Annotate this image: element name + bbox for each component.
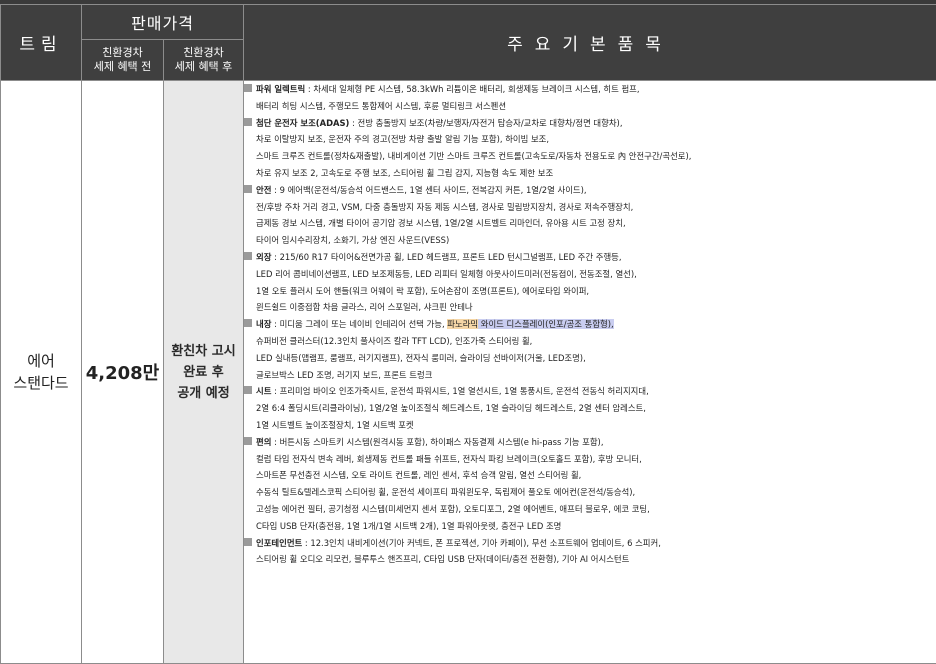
item-title: 안전 [256, 185, 271, 195]
list-item: 안전 : 9 에어백(운전석/동승석 어드밴스드, 1열 센터 사이드, 전복감… [244, 182, 936, 249]
item-line: 차로 이탈방지 보조, 운전자 주의 경고(전방 차량 출발 알림 기능 포함)… [256, 131, 936, 148]
item-line: LED 실내등(맵램프, 룸램프, 러기지램프), 전자식 룸미러, 슬라이딩 … [256, 350, 936, 367]
bullet-square-icon [244, 84, 252, 92]
trim-name-line2: 스탠다드 [1, 372, 81, 394]
item-title: 첨단 운전자 보조(ADAS) [256, 118, 349, 128]
item-line: 고성능 에어컨 필터, 공기청정 시스템(미세먼지 센서 포함), 오토디포그,… [256, 501, 936, 518]
item-line: 윈드쉴드 이중접합 차음 글라스, 리어 스포일러, 샤크핀 안테나 [256, 299, 936, 316]
bullet-square-icon [244, 118, 252, 126]
header-main-items: 주요기본품목 [244, 5, 936, 81]
item-title: 외장 [256, 252, 271, 262]
spec-page: 트림 판매가격 주요기본품목 친환경차 세제 혜택 전 친환경차 세제 혜택 후… [0, 0, 936, 653]
item-line: 컬럼 타입 전자식 변속 레버, 회생제동 컨트롤 패들 쉬프트, 전자식 파킹… [256, 451, 936, 468]
item-title: 파워 일렉트릭 [256, 84, 305, 94]
item-line: 2열 6:4 폴딩시트(리클라이닝), 1열/2열 높이조절식 헤드레스트, 1… [256, 400, 936, 417]
item-line: : 미디움 그레이 또는 네이비 인테리어 선택 가능, [271, 319, 447, 329]
bullet-square-icon [244, 386, 252, 394]
item-line: 급제동 경보 시스템, 개별 타이어 공기압 경보 시스템, 1열/2열 시트벨… [256, 215, 936, 232]
header-price-after: 친환경차 세제 혜택 후 [164, 40, 244, 81]
item-line: : 전방 충돌방지 보조(차량/보행자/자전거 탑승자/교차로 대향차/정면 대… [349, 118, 622, 128]
item-line: 전/후방 주차 거리 경고, VSM, 다중 충돌방지 자동 제동 시스템, 경… [256, 199, 936, 216]
item-line: : 9 에어백(운전석/동승석 어드밴스드, 1열 센터 사이드, 전복감지 커… [271, 185, 586, 195]
item-line: 스마트 크루즈 컨트롤(정차&재출발), 내비게이션 기반 스마트 크루즈 컨트… [256, 148, 936, 165]
bullet-square-icon [244, 437, 252, 445]
header-price-before-line1: 친환경차 [82, 46, 163, 60]
header-trim: 트림 [1, 5, 82, 81]
main-items-list: 파워 일렉트릭 : 차세대 일체형 PE 시스템, 58.3kWh 리튬이온 배… [244, 81, 936, 664]
item-title: 편의 [256, 437, 271, 447]
item-line: 배터리 히팅 시스템, 주행모드 통합제어 시스템, 후륜 멀티링크 서스펜션 [256, 98, 936, 115]
trim-row: 에어 스탠다드 4,208만 환친차 고시 완료 후 공개 예정 파워 일렉트릭… [1, 81, 936, 664]
price-after-value: 환친차 고시 완료 후 공개 예정 [164, 81, 244, 664]
trim-name: 에어 스탠다드 [1, 81, 82, 664]
item-line: 수동식 틸트&텔레스코픽 스티어링 휠, 운전석 세이프티 파워윈도우, 독립제… [256, 484, 936, 501]
item-line: 글로브박스 LED 조명, 러기지 보드, 프론트 트렁크 [256, 367, 936, 384]
list-item: 외장 : 215/60 R17 타이어&전면가공 휠, LED 헤드램프, 프론… [244, 249, 936, 316]
highlight-blue: 와이드 디스플레이(인포/공조 통합형), [478, 319, 614, 329]
bullet-square-icon [244, 319, 252, 327]
item-line: 1열 시트벨트 높이조절장치, 1열 시트백 포켓 [256, 417, 936, 434]
list-item: 편의 : 버튼시동 스마트키 시스템(원격시동 포함), 하이패스 자동결제 시… [244, 434, 936, 535]
header-price-before-line2: 세제 혜택 전 [82, 60, 163, 74]
price-after-line1: 환친차 고시 [164, 341, 243, 362]
price-after-line2: 완료 후 [164, 362, 243, 383]
bullet-square-icon [244, 185, 252, 193]
bullet-square-icon [244, 252, 252, 260]
item-line: : 12.3인치 내비게이션(기아 커넥트, 폰 프로젝션, 기아 카페이), … [302, 538, 661, 548]
item-line: : 버튼시동 스마트키 시스템(원격시동 포함), 하이패스 자동결제 시스템(… [271, 437, 603, 447]
item-title: 시트 [256, 386, 271, 396]
item-line: 차로 유지 보조 2, 고속도로 주행 보조, 스티어링 휠 그립 감지, 지능… [256, 165, 936, 182]
item-title: 인포테인먼트 [256, 538, 302, 548]
item-line: 스마트폰 무선충전 시스템, 오토 라이트 컨트롤, 레인 센서, 후석 승객 … [256, 467, 936, 484]
price-after-line3: 공개 예정 [164, 383, 243, 404]
list-item: 첨단 운전자 보조(ADAS) : 전방 충돌방지 보조(차량/보행자/자전거 … [244, 115, 936, 182]
header-row-1: 트림 판매가격 주요기본품목 [1, 5, 936, 40]
item-line: 스티어링 휠 오디오 리모컨, 블루투스 핸즈프리, C타입 USB 단자(데이… [256, 551, 936, 568]
header-price-after-line2: 세제 혜택 후 [164, 60, 243, 74]
list-item: 내장 : 미디움 그레이 또는 네이비 인테리어 선택 가능, 파노라믹 와이드… [244, 316, 936, 383]
item-line: 타이어 임시수리장치, 소화기, 가상 엔진 사운드(VESS) [256, 232, 936, 249]
trim-name-line1: 에어 [1, 350, 81, 372]
item-line: 1열 오토 플러시 도어 핸들(워크 어웨이 락 포함), 도어손잡이 조명(프… [256, 283, 936, 300]
header-price-after-line1: 친환경차 [164, 46, 243, 60]
item-line: 슈퍼비전 클러스터(12.3인치 풀사이즈 칼라 TFT LCD), 인조가죽 … [256, 333, 936, 350]
item-line: : 215/60 R17 타이어&전면가공 휠, LED 헤드램프, 프론트 L… [271, 252, 621, 262]
list-item: 인포테인먼트 : 12.3인치 내비게이션(기아 커넥트, 폰 프로젝션, 기아… [244, 535, 936, 569]
header-price-before: 친환경차 세제 혜택 전 [82, 40, 164, 81]
highlight-orange: 파노라믹 [447, 319, 478, 329]
item-line: : 차세대 일체형 PE 시스템, 58.3kWh 리튬이온 배터리, 회생제동… [305, 84, 639, 94]
item-line: C타입 USB 단자(충전용, 1열 1개/1열 시트백 2개), 1열 파워아… [256, 518, 936, 535]
item-title: 내장 [256, 319, 271, 329]
item-line: LED 리어 콤비네이션램프, LED 보조제동등, LED 리피터 일체형 아… [256, 266, 936, 283]
price-before-value: 4,208만 [82, 81, 164, 664]
list-item: 파워 일렉트릭 : 차세대 일체형 PE 시스템, 58.3kWh 리튬이온 배… [244, 81, 936, 115]
item-line: : 프리미엄 바이오 인조가죽시트, 운전석 파워시트, 1열 열선시트, 1열… [271, 386, 648, 396]
bullet-square-icon [244, 538, 252, 546]
list-item: 시트 : 프리미엄 바이오 인조가죽시트, 운전석 파워시트, 1열 열선시트,… [244, 383, 936, 433]
spec-table: 트림 판매가격 주요기본품목 친환경차 세제 혜택 전 친환경차 세제 혜택 후… [0, 4, 936, 664]
header-price: 판매가격 [82, 5, 244, 40]
